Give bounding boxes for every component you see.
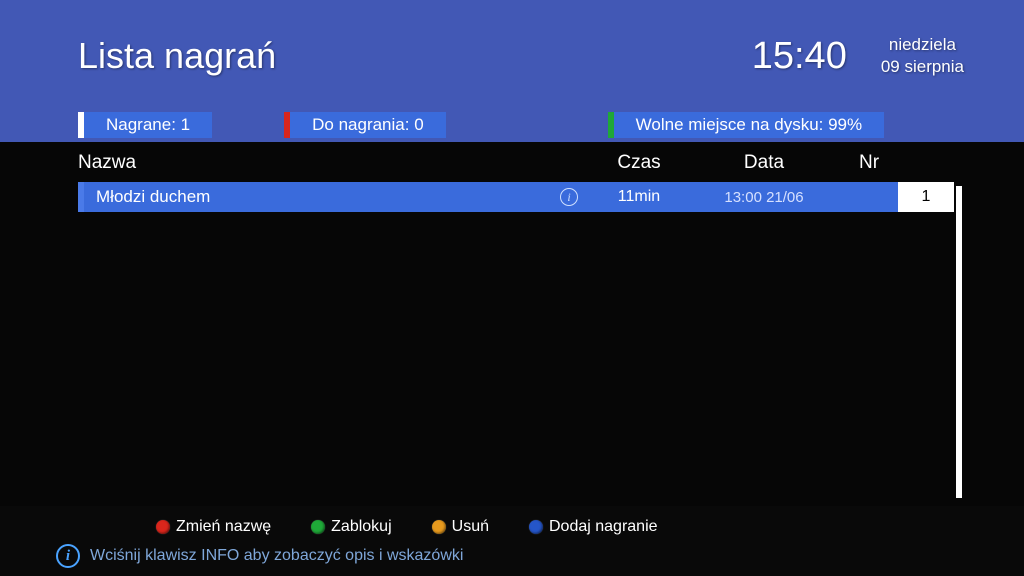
columns-header: Nazwa Czas Data Nr — [0, 142, 1024, 182]
tabs-row: Nagrane: 1 Do nagrania: 0 Wolne miejsce … — [0, 112, 1024, 142]
clock-time: 15:40 — [752, 35, 847, 78]
row-duration: 11min — [584, 188, 694, 206]
tab-to-record-label: Do nagrania: 0 — [290, 112, 446, 138]
action-rename-label: Zmień nazwę — [176, 518, 271, 536]
header: Lista nagrań 15:40 niedziela 09 sierpnia — [0, 0, 1024, 112]
footer-hint-text: Wciśnij klawisz INFO aby zobaczyć opis i… — [90, 547, 463, 565]
col-time: Czas — [584, 152, 694, 174]
action-lock-label: Zablokuj — [331, 518, 391, 536]
info-icon[interactable]: i — [554, 188, 584, 206]
action-add-recording[interactable]: Dodaj nagranie — [529, 518, 658, 536]
dot-green-icon — [311, 520, 325, 534]
col-name: Nazwa — [78, 152, 584, 174]
row-number: 1 — [898, 182, 954, 212]
footer: Zmień nazwę Zablokuj Usuń Dodaj nagranie… — [0, 506, 1024, 576]
table-row[interactable]: Młodzi duchem i 11min 13:00 21/06 1 — [78, 182, 954, 212]
footer-hint: i Wciśnij klawisz INFO aby zobaczyć opis… — [56, 540, 964, 568]
col-date: Data — [694, 152, 834, 174]
page-title: Lista nagrań — [78, 35, 276, 77]
tab-free-space: Wolne miejsce na dysku: 99% — [608, 112, 884, 138]
action-delete-label: Usuń — [452, 518, 489, 536]
clock-day: niedziela — [881, 34, 964, 56]
tab-to-record[interactable]: Do nagrania: 0 — [284, 112, 446, 138]
clock-date: niedziela 09 sierpnia — [881, 34, 964, 78]
row-datetime: 13:00 21/06 — [694, 189, 834, 206]
action-lock[interactable]: Zablokuj — [311, 518, 391, 536]
dot-yellow-icon — [432, 520, 446, 534]
header-right: 15:40 niedziela 09 sierpnia — [752, 34, 964, 78]
dot-red-icon — [156, 520, 170, 534]
content-area: Nazwa Czas Data Nr Młodzi duchem i 11min… — [0, 142, 1024, 512]
footer-actions: Zmień nazwę Zablokuj Usuń Dodaj nagranie — [56, 514, 964, 540]
row-name: Młodzi duchem — [84, 187, 554, 207]
col-nr: Nr — [834, 152, 904, 174]
tab-recorded-label: Nagrane: 1 — [84, 112, 212, 138]
action-add-recording-label: Dodaj nagranie — [549, 518, 658, 536]
dot-blue-icon — [529, 520, 543, 534]
clock-date-line: 09 sierpnia — [881, 56, 964, 78]
scrollbar[interactable] — [956, 186, 962, 498]
tab-free-space-label: Wolne miejsce na dysku: 99% — [614, 112, 884, 138]
action-delete[interactable]: Usuń — [432, 518, 489, 536]
tab-recorded[interactable]: Nagrane: 1 — [78, 112, 212, 138]
info-icon: i — [56, 544, 80, 568]
action-rename[interactable]: Zmień nazwę — [156, 518, 271, 536]
